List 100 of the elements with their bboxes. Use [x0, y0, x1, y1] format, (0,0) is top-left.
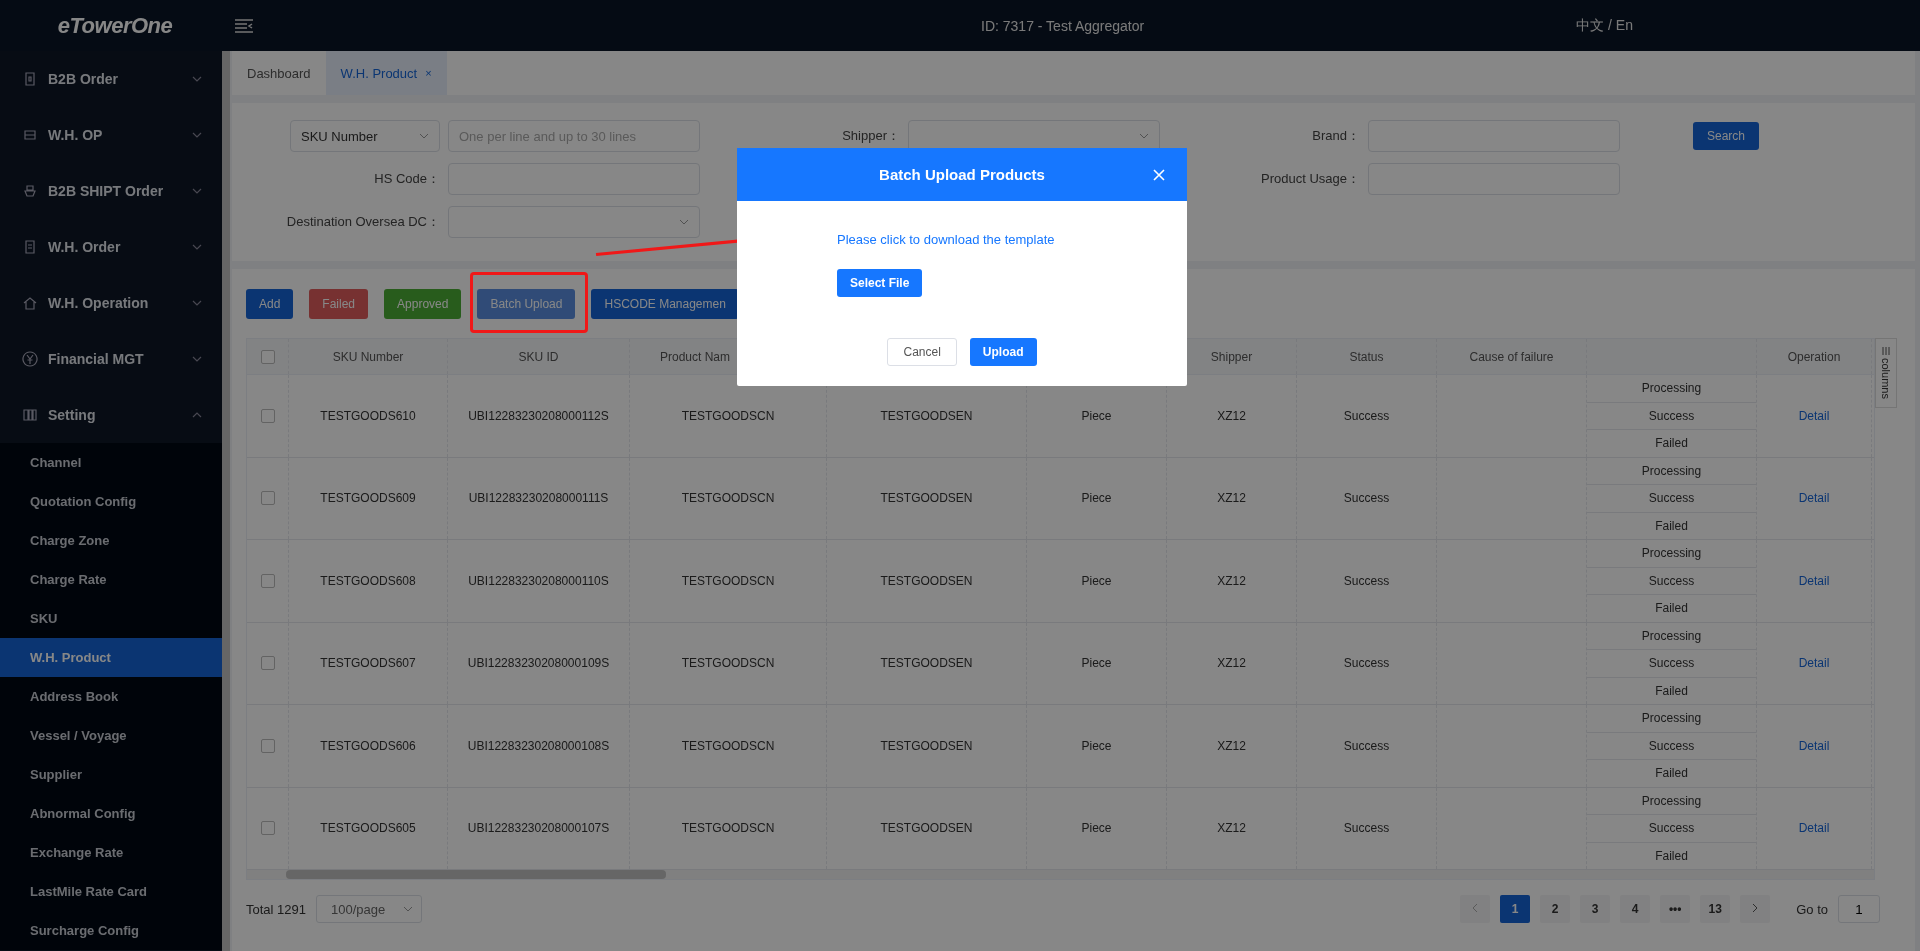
tab[interactable]: W.H. Product × [325, 51, 447, 95]
search-button[interactable]: Search [1693, 122, 1760, 150]
scrollbar[interactable] [286, 870, 666, 879]
submenu-item[interactable]: Surcharge Config [0, 911, 222, 950]
page-size-select[interactable]: 100/page [316, 895, 422, 923]
table-cell: Success [1343, 821, 1390, 836]
menu-item[interactable]: W.H. OP [0, 107, 222, 163]
checkbox[interactable] [260, 408, 275, 423]
total-count: Total 1291 [246, 901, 306, 917]
detail-link[interactable]: Detail [1798, 656, 1830, 671]
detail-link[interactable]: Detail [1798, 821, 1830, 836]
scrollbar[interactable] [222, 51, 230, 951]
field-label: Shipper： [841, 127, 900, 145]
checkbox[interactable] [260, 349, 275, 364]
detail-link[interactable]: Detail [1798, 573, 1830, 588]
previous-page-button[interactable] [1460, 895, 1491, 923]
field-label: Brand： [1311, 127, 1360, 145]
column-header: Operation [1787, 349, 1841, 364]
page-button[interactable]: 1 [1500, 895, 1531, 923]
grid-icon [22, 407, 38, 423]
detail-link[interactable]: Detail [1798, 738, 1830, 753]
submenu-item[interactable]: Supplier [0, 755, 222, 794]
logo: eTowerOne [57, 12, 173, 39]
table-cell: XZ12 [1217, 573, 1246, 588]
toolbar-button[interactable]: Batch Upload [477, 289, 576, 319]
menu-item[interactable]: B2B SHIPT Order [0, 163, 222, 219]
submenu-item[interactable]: Abnormal Config [0, 794, 222, 833]
menu-icon[interactable] [235, 18, 253, 33]
columns-tab[interactable]: columns [1875, 338, 1897, 408]
table-cell: Success [1343, 656, 1390, 671]
page-button[interactable]: 3 [1580, 895, 1611, 923]
submenu-item[interactable]: Channel [0, 443, 222, 482]
column-header: Cause of failure [1469, 349, 1554, 364]
page-button[interactable]: 13 [1700, 895, 1731, 923]
state-label: Success [1587, 567, 1756, 595]
table-cell: TESTGOODS610 [320, 408, 416, 423]
submenu-item[interactable]: LastMile Rate Card [0, 872, 222, 911]
upload-button[interactable]: Upload [969, 338, 1037, 366]
next-page-button[interactable] [1740, 895, 1771, 923]
table-cell: TESTGOODS608 [320, 573, 416, 588]
table-cell: TESTGOODSEN [880, 821, 973, 836]
chevron-up-icon [192, 412, 202, 418]
template-download-link[interactable]: Please click to download the template [837, 232, 1055, 247]
table-cell: TESTGOODSCN [681, 738, 775, 753]
submenu-item[interactable]: Charge Rate [0, 560, 222, 599]
select-file-button[interactable]: Select File [837, 269, 923, 297]
table-cell: TESTGOODSEN [880, 408, 973, 423]
state-label: Failed [1654, 517, 1689, 535]
submenu-item[interactable]: Charge Zone [0, 521, 222, 560]
table-cell: Success [1343, 408, 1390, 423]
table-cell: UBI12283230208000110S [468, 573, 609, 588]
yen-icon [22, 351, 38, 367]
state-label: Success [1587, 485, 1756, 513]
submenu-item[interactable]: Quotation Config [0, 482, 222, 521]
submenu-item[interactable]: W.H. Product [0, 638, 222, 677]
state-label: Processing [1587, 622, 1756, 650]
detail-link[interactable]: Detail [1798, 491, 1830, 506]
checkbox[interactable] [260, 491, 275, 506]
state-label: Failed [1654, 600, 1689, 618]
table-cell: Piece [1081, 738, 1112, 753]
chevron-down-icon [192, 300, 202, 306]
table-cell: TESTGOODSEN [880, 738, 973, 753]
toolbar-button[interactable]: Add [246, 289, 294, 319]
table-cell: Success [1343, 491, 1390, 506]
submenu-item[interactable]: Vessel / Voyage [0, 716, 222, 755]
tab[interactable]: Dashboard [232, 51, 326, 95]
destination-select[interactable] [448, 206, 700, 238]
menu-item[interactable]: Financial MGT [0, 331, 222, 387]
menu-item[interactable]: B2B Order [0, 51, 222, 107]
chevron-left-icon [1472, 903, 1479, 913]
menu-item[interactable]: W.H. Order [0, 219, 222, 275]
toolbar-button[interactable]: Failed [309, 289, 369, 319]
table-cell: UBI12283230208000107S [467, 821, 610, 836]
checkbox[interactable] [260, 656, 275, 671]
table-cell: UBI12283230208000112S [468, 408, 609, 423]
page-button[interactable]: ••• [1660, 895, 1691, 923]
submenu-item[interactable]: Exchange Rate [0, 833, 222, 872]
menu-item[interactable]: Setting [0, 387, 222, 443]
goto-input-field[interactable]: 1 [1838, 895, 1880, 923]
cancel-button[interactable]: Cancel [887, 338, 957, 366]
column-header: Product Nam [660, 349, 731, 364]
checkbox[interactable] [260, 738, 275, 753]
submenu-item[interactable]: Address Book [0, 677, 222, 716]
table-cell: UBI12283230208000108S [467, 738, 610, 753]
state-label: Processing [1587, 705, 1756, 733]
chevron-right-icon [1752, 903, 1759, 913]
sku-type-select[interactable]: SKU Number [290, 120, 440, 152]
checkbox[interactable] [260, 573, 275, 588]
toolbar-button[interactable]: Approved [384, 289, 462, 319]
close-icon[interactable] [1153, 169, 1165, 181]
field-label: Destination Oversea DC： [285, 213, 440, 231]
page-button[interactable]: 2 [1540, 895, 1571, 923]
toolbar-button[interactable]: HSCODE Managemen [591, 289, 739, 319]
submenu-item[interactable]: SKU [0, 599, 222, 638]
detail-link[interactable]: Detail [1798, 408, 1830, 423]
page-button[interactable]: 4 [1620, 895, 1651, 923]
menu-item[interactable]: W.H. Operation [0, 275, 222, 331]
state-label: Failed [1654, 765, 1689, 783]
checkbox[interactable] [260, 821, 275, 836]
state-label: Processing [1587, 540, 1756, 568]
